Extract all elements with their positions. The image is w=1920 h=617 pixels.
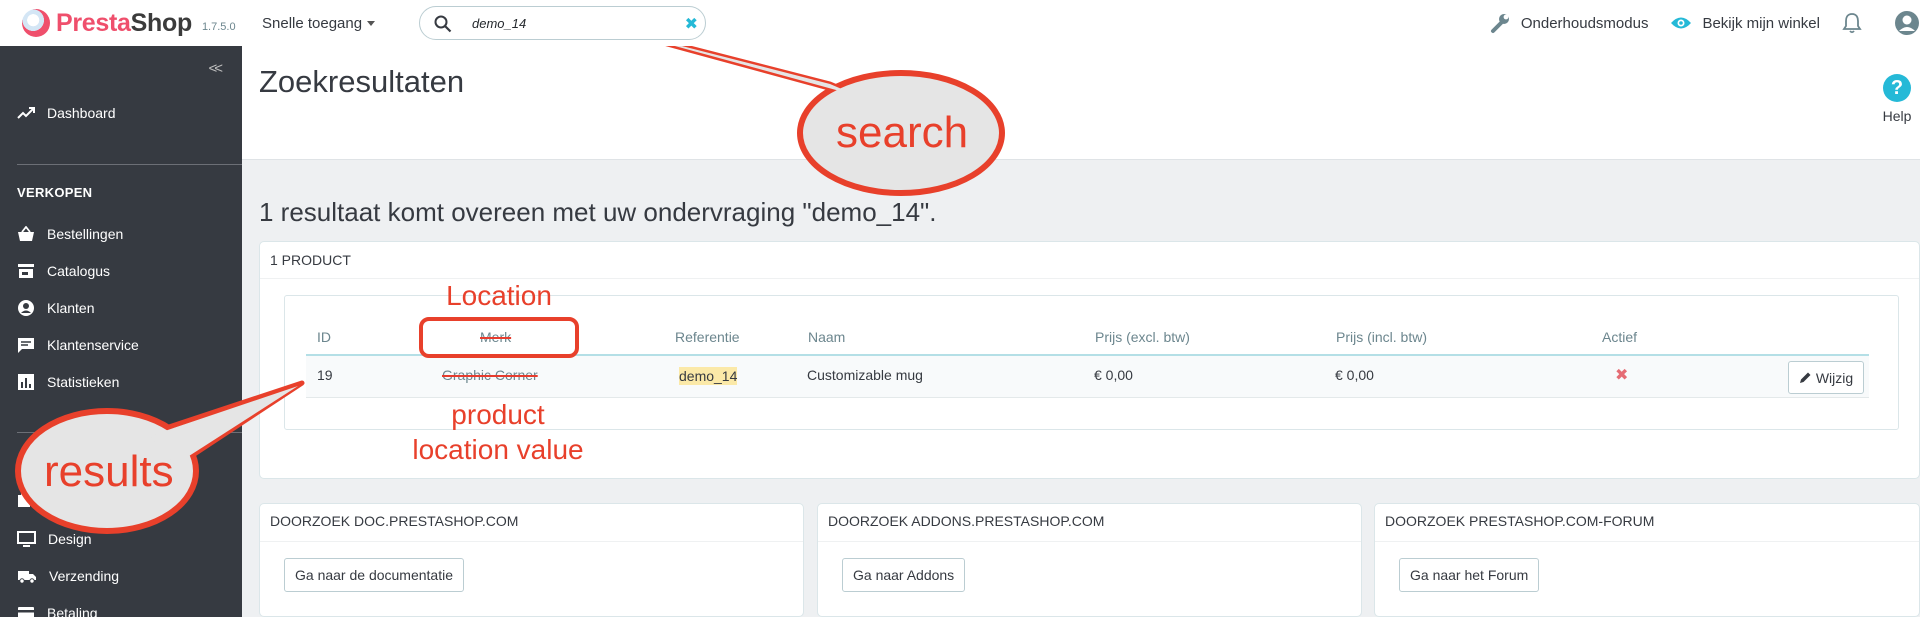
- products-panel-heading: 1 PRODUCT: [260, 242, 1919, 279]
- quick-access-dropdown[interactable]: Snelle toegang: [262, 14, 376, 32]
- trending-up-icon: [17, 107, 35, 119]
- collapse-sidebar-icon[interactable]: <<: [208, 60, 222, 77]
- sidebar-item-dashboard[interactable]: Dashboard: [0, 98, 242, 128]
- truck-icon: [18, 570, 36, 584]
- sidebar-item-label: Dashboard: [47, 105, 116, 121]
- cell-price-incl: € 0,00: [1335, 367, 1374, 383]
- basket-icon: [18, 226, 34, 241]
- column-header-brand: Merk: [480, 329, 512, 345]
- sidebar-item-label: Betaling: [47, 605, 98, 617]
- cell-name: Customizable mug: [807, 367, 923, 383]
- sidebar-item-statistics[interactable]: Statistieken: [0, 367, 242, 397]
- sidebar-section-sell: VERKOPEN: [17, 185, 93, 200]
- sidebar-divider: [17, 164, 242, 165]
- sidebar-item-orders[interactable]: Bestellingen: [0, 219, 242, 249]
- eye-icon: [1671, 17, 1692, 29]
- sidebar-item-label: Klantenservice: [47, 337, 139, 353]
- search-value: demo_14: [472, 16, 527, 31]
- cell-price-excl: € 0,00: [1094, 367, 1133, 383]
- help-icon: ?: [1883, 74, 1911, 102]
- sidebar-item-customers[interactable]: Klanten: [0, 293, 242, 323]
- view-shop-link[interactable]: Bekijk mijn winkel: [1670, 15, 1820, 32]
- panel-heading: DOORZOEK PRESTASHOP.COM-FORUM: [1375, 504, 1919, 542]
- product-annotation-line1: product: [451, 399, 545, 430]
- sidebar-item-payment[interactable]: Betaling: [0, 598, 242, 617]
- sidebar-item-label: Verzending: [49, 568, 120, 584]
- maintenance-label: Onderhoudsmodus: [1520, 14, 1649, 32]
- page-title: Zoekresultaten: [259, 64, 465, 99]
- go-to-documentation-button[interactable]: Ga naar de documentatie: [284, 558, 464, 592]
- prestashop-logo-icon: [22, 9, 50, 37]
- sidebar-item-label: Statistieken: [47, 374, 120, 390]
- column-header-price-excl: Prijs (excl. btw): [1095, 329, 1190, 345]
- cell-brand: Graphic Corner: [442, 367, 538, 383]
- prestashop-logo[interactable]: PrestaShop 1.7.5.0: [0, 9, 262, 38]
- go-to-addons-button[interactable]: Ga naar Addons: [842, 558, 966, 592]
- bell-icon[interactable]: [1842, 12, 1862, 34]
- sidebar: << Dashboard VERKOPEN Bestellingen Catal…: [0, 46, 242, 617]
- edit-button[interactable]: Wijzig: [1788, 361, 1864, 394]
- sidebar-item-label: Klanten: [47, 300, 95, 316]
- location-annotation: Location: [446, 280, 552, 311]
- sidebar-divider: [17, 432, 242, 433]
- clear-search-icon[interactable]: ✖: [685, 14, 698, 34]
- product-annotation-line2: location value: [412, 434, 584, 465]
- sidebar-item-catalog[interactable]: Catalogus: [0, 256, 242, 286]
- sidebar-item-label: Catalogus: [47, 263, 111, 279]
- user-account-icon[interactable]: [1894, 10, 1920, 36]
- sidebar-item-design[interactable]: Design: [0, 524, 242, 554]
- quick-access-label: Snelle toegang: [262, 14, 363, 32]
- maintenance-mode-link[interactable]: Onderhoudsmodus: [1489, 12, 1649, 34]
- table-row[interactable]: [306, 356, 1869, 398]
- search-icon: [434, 15, 452, 33]
- results-summary: 1 resultaat komt overeen met uw ondervra…: [259, 197, 937, 227]
- account-circle-icon: [18, 300, 34, 316]
- chat-icon: [18, 337, 34, 353]
- sidebar-item-label: Design: [48, 531, 92, 547]
- search-input[interactable]: demo_14 ✖: [419, 6, 706, 40]
- inactive-x-icon[interactable]: ✖: [1615, 365, 1628, 385]
- wrench-icon: [1490, 14, 1509, 33]
- column-header-active: Actief: [1602, 329, 1638, 345]
- search-addons-panel: DOORZOEK ADDONS.PRESTASHOP.COM Ga naar A…: [817, 503, 1362, 617]
- cell-id: 19: [317, 367, 333, 383]
- sidebar-item-customer-service[interactable]: Klantenservice: [0, 330, 242, 360]
- column-header-reference: Referentie: [675, 329, 740, 345]
- view-shop-label: Bekijk mijn winkel: [1702, 14, 1820, 32]
- edit-label: Wijzig: [1815, 369, 1854, 386]
- panel-heading: DOORZOEK ADDONS.PRESTASHOP.COM: [818, 504, 1361, 542]
- credit-card-icon: [18, 607, 34, 617]
- store-icon: [18, 264, 34, 278]
- sidebar-item-shipping[interactable]: Verzending: [0, 561, 242, 591]
- puzzle-icon: [18, 491, 30, 507]
- help-label: Help: [1882, 108, 1912, 124]
- desktop-icon: [17, 530, 36, 547]
- search-forum-panel: DOORZOEK PRESTASHOP.COM-FORUM Ga naar he…: [1374, 503, 1920, 617]
- cell-reference: demo_14: [679, 367, 738, 385]
- help-button[interactable]: ? Help: [1879, 74, 1915, 124]
- results-callout-label: results: [44, 447, 174, 496]
- column-header-name: Naam: [808, 329, 846, 345]
- bar-chart-icon: [18, 374, 34, 390]
- caret-down-icon: [367, 20, 376, 26]
- version-label: 1.7.5.0: [201, 21, 236, 33]
- column-header-id: ID: [317, 329, 331, 345]
- search-doc-panel: DOORZOEK DOC.PRESTASHOP.COM Ga naar de d…: [259, 503, 804, 617]
- panel-heading: DOORZOEK DOC.PRESTASHOP.COM: [260, 504, 803, 542]
- pencil-icon: [1799, 372, 1811, 383]
- top-header: PrestaShop 1.7.5.0 Snelle toegang demo_1…: [0, 0, 1920, 46]
- page-header: Zoekresultaten ? Help: [242, 46, 1920, 160]
- column-header-price-incl: Prijs (incl. btw): [1336, 329, 1428, 345]
- brand-name: PrestaShop: [56, 8, 192, 37]
- sidebar-item-label: Bestellingen: [47, 226, 124, 242]
- go-to-forum-button[interactable]: Ga naar het Forum: [1399, 558, 1540, 592]
- search-callout-label: search: [836, 108, 969, 157]
